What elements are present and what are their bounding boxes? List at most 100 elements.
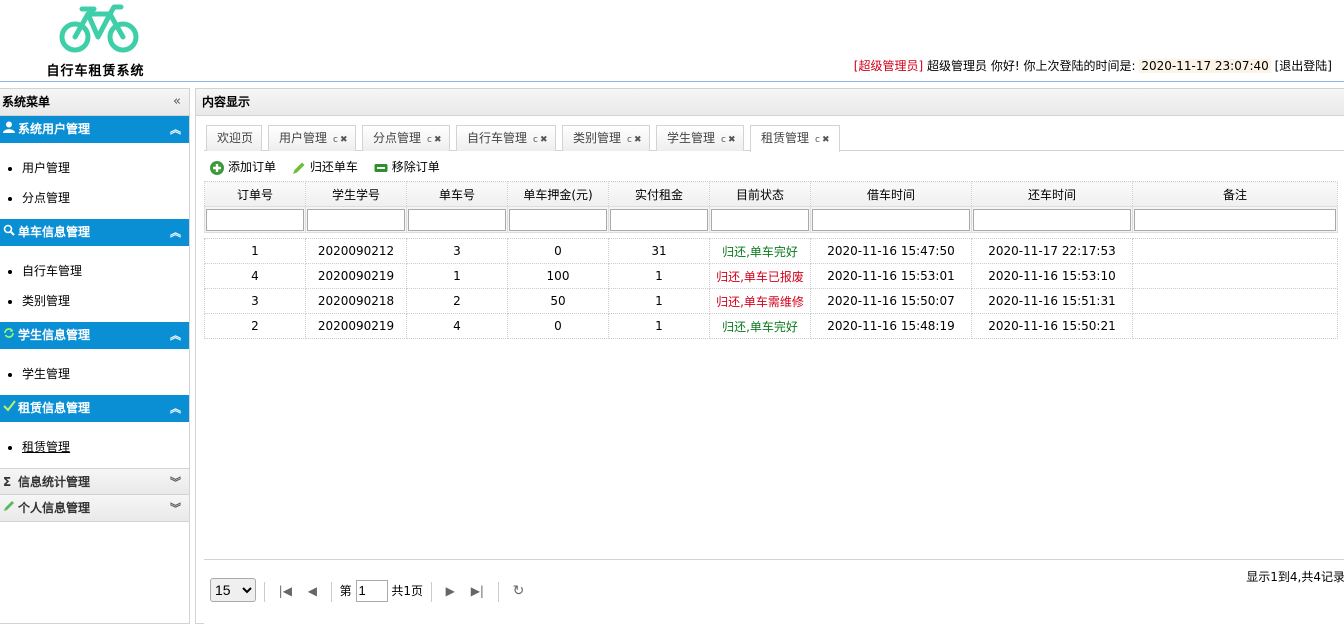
tab-label: 租赁管理: [761, 131, 810, 145]
chevron-down-icon[interactable]: ︾: [170, 469, 181, 496]
menu-item-label[interactable]: 租赁管理: [22, 440, 70, 454]
menu-group-users[interactable]: 系统用户管理 ︽: [0, 116, 189, 143]
table-header-row: 订单号 学生学号 单车号 单车押金(元) 实付租金 目前状态 借车时间 还车时间…: [204, 181, 1338, 207]
chevron-up-icon[interactable]: ︽: [170, 322, 181, 349]
cell-borrow-time: 2020-11-16 15:48:19: [810, 313, 972, 339]
first-page-icon[interactable]: |◀: [279, 579, 292, 603]
refresh-icon[interactable]: ↻: [513, 579, 525, 603]
tab-refresh-close-icon[interactable]: c✖: [333, 135, 350, 145]
filter-remark-input[interactable]: [1134, 208, 1336, 231]
cell-student-id: 2020090212: [305, 238, 407, 264]
tab-refresh-close-icon[interactable]: c✖: [815, 135, 832, 145]
column-header-deposit[interactable]: 单车押金(元): [507, 181, 609, 207]
menu-group-bikes[interactable]: 单车信息管理 ︽: [0, 219, 189, 246]
tab-refresh-close-icon[interactable]: c✖: [533, 135, 550, 145]
cell-remark: [1132, 238, 1338, 264]
column-header-bike-id[interactable]: 单车号: [406, 181, 508, 207]
menu-group-label: 系统用户管理: [18, 122, 91, 136]
table-row[interactable]: 4 2020090219 1 100 1 归还,单车已报废 2020-11-16…: [204, 263, 1338, 289]
menu-group-users-items: 用户管理 分点管理: [0, 143, 189, 219]
app-header: 自行车租赁系统 [超级管理员] 超级管理员 你好! 你上次登陆的时间是: 202…: [0, 0, 1344, 82]
chevron-up-icon[interactable]: ︽: [170, 116, 181, 143]
menu-group-statistics[interactable]: Σ 信息统计管理 ︾: [0, 468, 189, 495]
menu-item-user-manage[interactable]: 用户管理: [0, 153, 189, 183]
return-bike-label: 归还单车: [309, 160, 358, 174]
tab-label: 用户管理: [279, 131, 328, 145]
column-header-status[interactable]: 目前状态: [709, 181, 811, 207]
column-header-borrow-time[interactable]: 借车时间: [810, 181, 972, 207]
filter-student-id-input[interactable]: [307, 208, 405, 231]
cell-deposit: 100: [507, 263, 609, 289]
tab-refresh-close-icon[interactable]: c✖: [721, 135, 738, 145]
menu-item-rental-manage[interactable]: 租赁管理: [0, 432, 189, 462]
next-page-icon[interactable]: ▶: [446, 579, 455, 603]
menu-item-student-manage[interactable]: 学生管理: [0, 359, 189, 389]
tab-branch-manage[interactable]: 分点管理 c✖: [362, 125, 450, 151]
column-header-student-id[interactable]: 学生学号: [305, 181, 407, 207]
sidebar: 系统菜单 « 系统用户管理 ︽ 用户管理 分点管理 单车信息管理 ︽ 自行车管理…: [0, 88, 190, 624]
tab-welcome[interactable]: 欢迎页: [206, 125, 262, 151]
table-row[interactable]: 1 2020090212 3 0 31 归还,单车完好 2020-11-16 1…: [204, 238, 1338, 264]
filter-rent-input[interactable]: [610, 208, 708, 231]
tab-student-manage[interactable]: 学生管理 c✖: [656, 125, 744, 151]
pagination-bar: 显示1到4,共4记录 15 |◀ ◀ 第 共1页 ▶ ▶| ↻: [204, 559, 1344, 625]
logout-link[interactable]: [退出登陆]: [1275, 59, 1332, 73]
tab-label: 学生管理: [667, 131, 716, 145]
filter-bike-id-input[interactable]: [408, 208, 506, 231]
pencil-icon: [292, 162, 305, 174]
column-header-return-time[interactable]: 还车时间: [971, 181, 1133, 207]
return-bike-button[interactable]: 归还单车: [292, 157, 358, 177]
cell-borrow-time: 2020-11-16 15:53:01: [810, 263, 972, 289]
table-row[interactable]: 3 2020090218 2 50 1 归还,单车需维修 2020-11-16 …: [204, 288, 1338, 314]
orders-table: 订单号 学生学号 单车号 单车押金(元) 实付租金 目前状态 借车时间 还车时间…: [204, 181, 1338, 339]
chevron-up-icon[interactable]: ︽: [170, 395, 181, 422]
filter-deposit-input[interactable]: [509, 208, 607, 231]
menu-group-students[interactable]: 学生信息管理 ︽: [0, 322, 189, 349]
tab-strip: 欢迎页 用户管理 c✖ 分点管理 c✖ 自行车管理 c✖ 类别管理 c✖ 学生管理 c✖ …: [204, 125, 1344, 152]
tab-bike-manage[interactable]: 自行车管理 c✖: [456, 125, 556, 151]
tab-user-manage[interactable]: 用户管理 c✖: [268, 125, 356, 151]
tab-category-manage[interactable]: 类别管理 c✖: [562, 125, 650, 151]
pencil-icon: [3, 495, 15, 522]
filter-borrow-time-input[interactable]: [812, 208, 970, 231]
content-title: 内容显示: [196, 89, 1344, 116]
menu-item-bike-manage[interactable]: 自行车管理: [0, 256, 189, 286]
add-order-button[interactable]: 添加订单: [210, 157, 276, 177]
filter-row: [204, 206, 1338, 233]
remove-order-label: 移除订单: [391, 160, 440, 174]
menu-item-branch-manage[interactable]: 分点管理: [0, 183, 189, 213]
column-header-rent[interactable]: 实付租金: [608, 181, 710, 207]
chevron-down-icon[interactable]: ︾: [170, 495, 181, 522]
tab-refresh-close-icon[interactable]: c✖: [427, 135, 444, 145]
column-header-remark[interactable]: 备注: [1132, 181, 1338, 207]
table-row[interactable]: 2 2020090219 4 0 1 归还,单车完好 2020-11-16 15…: [204, 313, 1338, 339]
menu-item-label: 类别管理: [22, 294, 71, 308]
cell-order-id: 2: [204, 313, 306, 339]
user-name: 超级管理员: [927, 59, 988, 73]
page-size-select[interactable]: 15: [210, 578, 256, 602]
filter-status-input[interactable]: [711, 208, 809, 231]
menu-group-label: 学生信息管理: [18, 328, 91, 342]
cell-rent: 31: [608, 238, 710, 264]
menu-item-category-manage[interactable]: 类别管理: [0, 286, 189, 316]
column-header-order-id[interactable]: 订单号: [204, 181, 306, 207]
cell-bike-id: 4: [406, 313, 508, 339]
last-login-time: 2020-11-17 23:07:40: [1139, 59, 1271, 73]
menu-item-label: 用户管理: [22, 161, 71, 175]
last-page-icon[interactable]: ▶|: [471, 579, 484, 603]
prev-page-icon[interactable]: ◀: [308, 579, 317, 603]
tab-label: 分点管理: [373, 131, 422, 145]
tab-refresh-close-icon[interactable]: c✖: [627, 135, 644, 145]
menu-group-profile[interactable]: 个人信息管理 ︾: [0, 495, 189, 522]
menu-group-rentals[interactable]: 租赁信息管理 ︽: [0, 395, 189, 422]
remove-order-button[interactable]: 移除订单: [374, 157, 440, 177]
filter-return-time-input[interactable]: [973, 208, 1131, 231]
role-label: [超级管理员]: [853, 59, 924, 73]
filter-order-id-input[interactable]: [206, 208, 304, 231]
collapse-sidebar-icon[interactable]: «: [173, 89, 181, 115]
page-number-input[interactable]: [355, 579, 388, 602]
cell-bike-id: 3: [406, 238, 508, 264]
cell-rent: 1: [608, 263, 710, 289]
chevron-up-icon[interactable]: ︽: [170, 219, 181, 246]
tab-rental-manage[interactable]: 租赁管理 c✖: [750, 125, 840, 152]
